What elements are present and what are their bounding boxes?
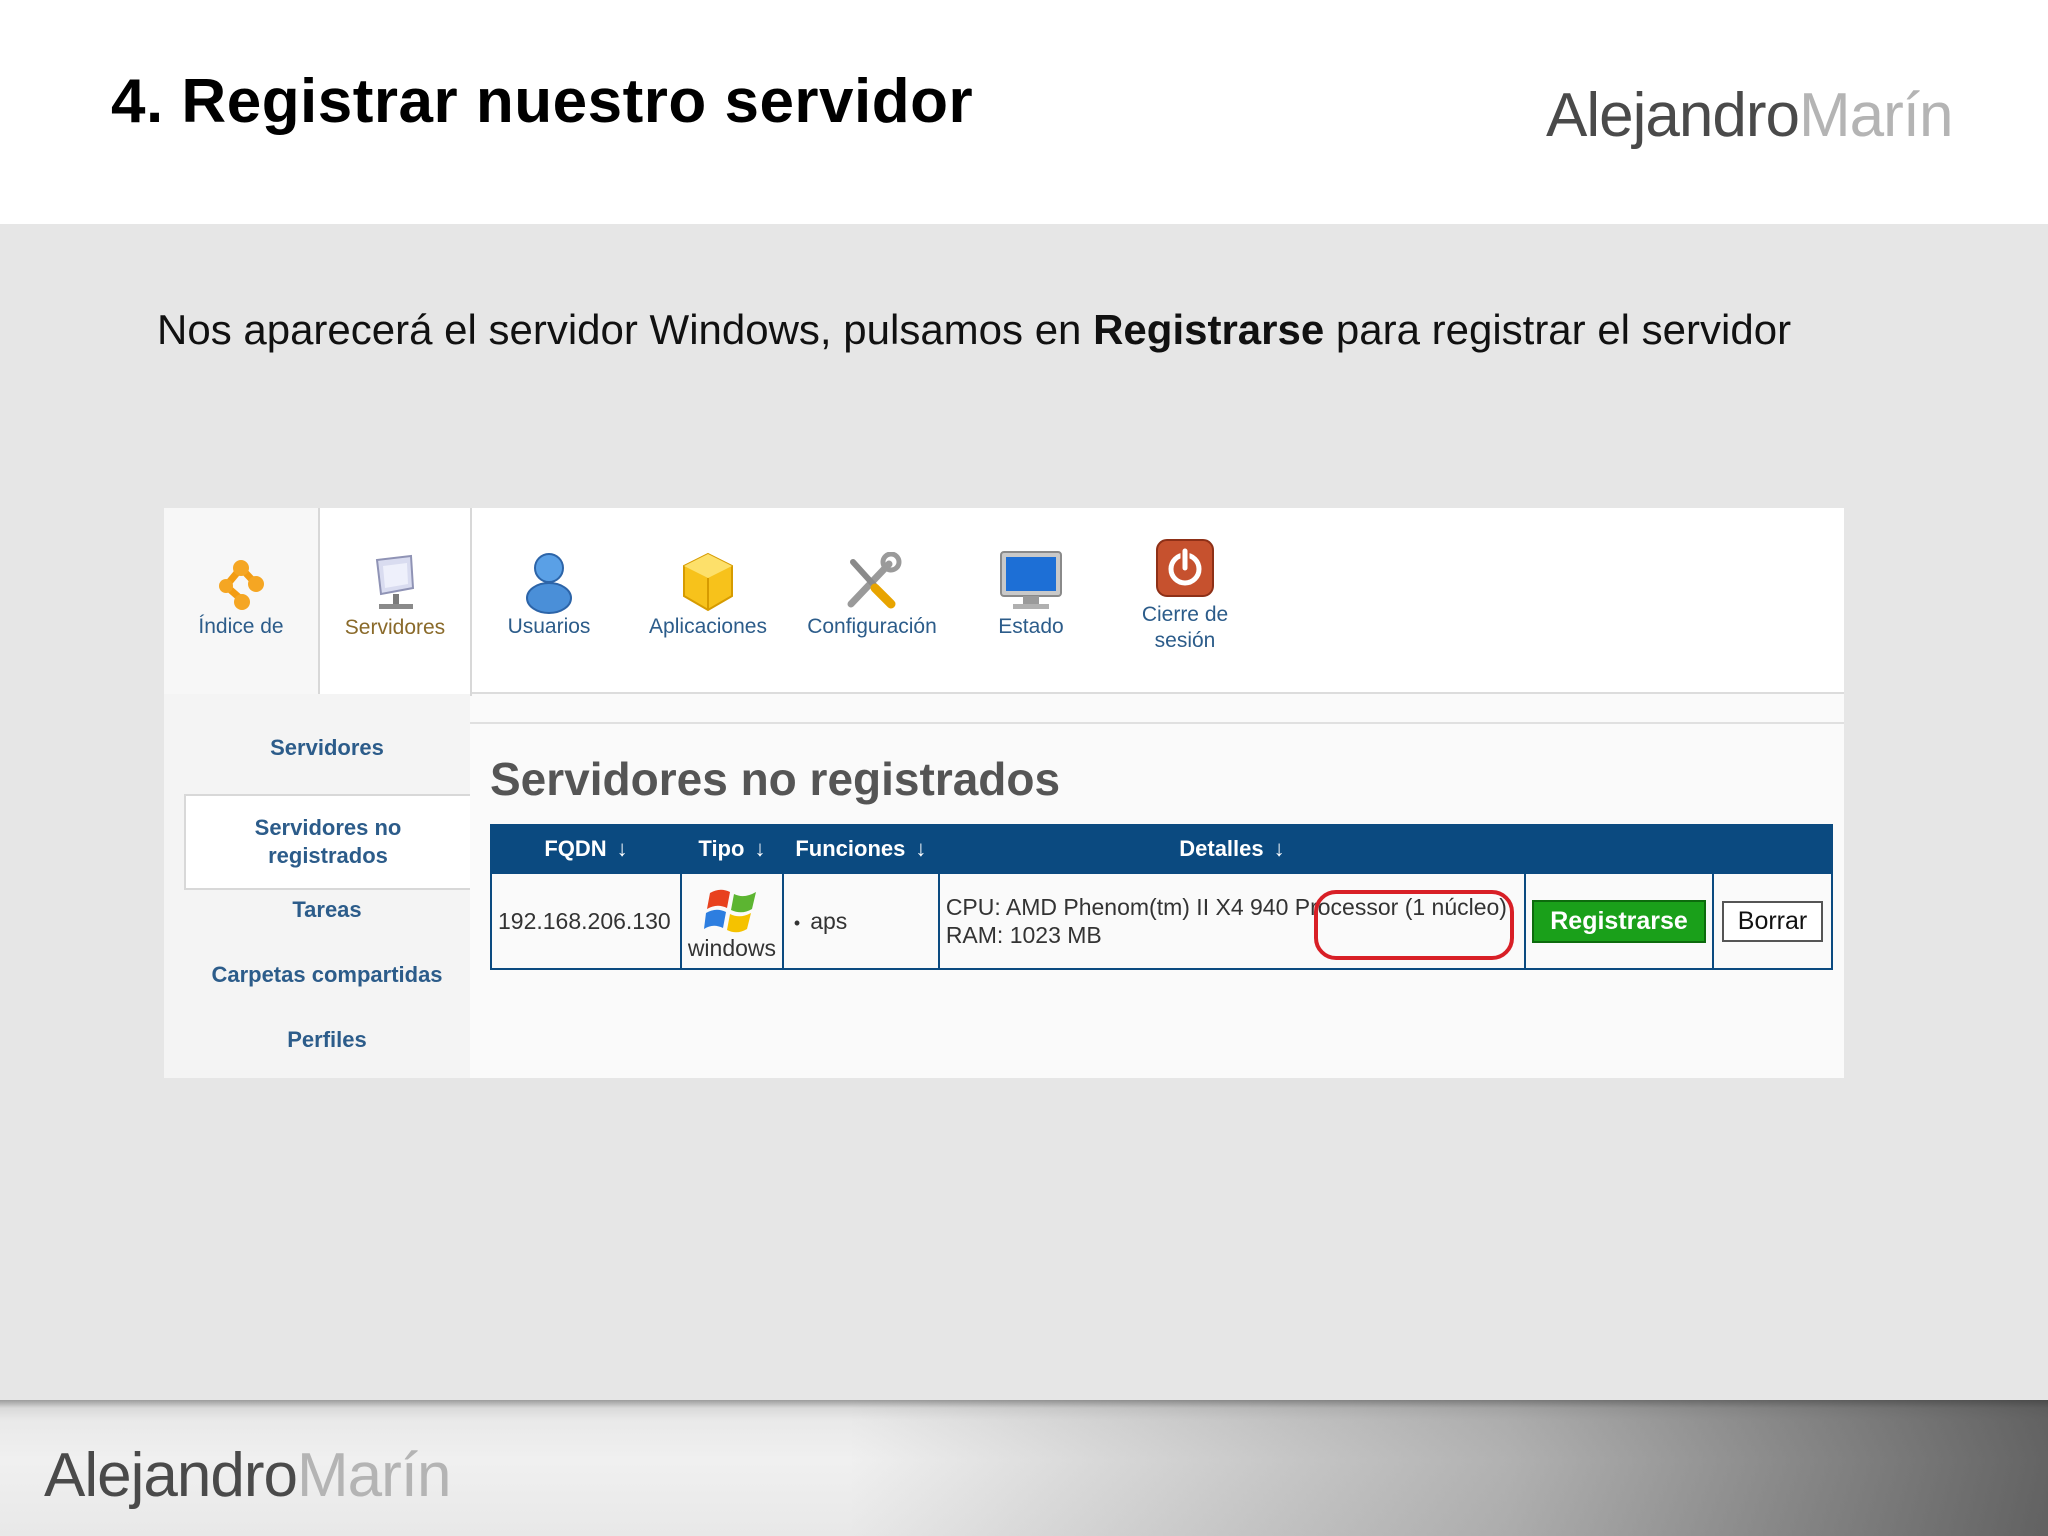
windows-logo-icon <box>703 889 756 932</box>
cell-funciones: • aps <box>781 872 940 970</box>
table-row: 192.168.206.130 windows • aps CPU: AMD P… <box>490 872 1833 970</box>
app-screenshot: Índice de Servidores Usuarios Aplicacion… <box>164 508 1844 1078</box>
cell-fqdn: 192.168.206.130 <box>490 872 682 970</box>
brand-part2: Marín <box>1798 81 1953 150</box>
sidebar: Servidores Servidores no registrados Tar… <box>164 694 470 1078</box>
slide-title: 4. Registrar nuestro servidor <box>111 67 974 136</box>
delete-button[interactable]: Borrar <box>1721 900 1824 942</box>
highlight-annotation <box>1314 890 1514 960</box>
nav-label: Estado <box>998 615 1064 638</box>
column-header-fqdn[interactable]: FQDN ↓ <box>490 824 682 874</box>
nav-item-configuracion[interactable]: Configuración <box>790 508 954 694</box>
header-label: Detalles <box>1179 836 1264 861</box>
brand-part2: Marín <box>296 1441 451 1510</box>
bullet-icon: • <box>793 912 801 933</box>
cell-register: Registrarse <box>1524 872 1715 970</box>
sidebar-item-tareas[interactable]: Tareas <box>184 896 470 924</box>
column-header-tipo[interactable]: Tipo ↓ <box>679 824 784 874</box>
register-button[interactable]: Registrarse <box>1532 899 1706 943</box>
cell-delete: Borrar <box>1712 872 1833 970</box>
table-header-row: FQDN ↓ Tipo ↓ Funciones ↓ Detalles ↓ <box>490 824 1833 874</box>
nav-item-logout[interactable]: Cierre de sesión <box>1108 508 1262 694</box>
sidebar-item-perfiles[interactable]: Perfiles <box>184 1026 470 1054</box>
cell-tipo: windows <box>679 872 784 970</box>
intro-text: Nos aparecerá el servidor Windows, pulsa… <box>157 302 1857 357</box>
brand-logo-bottom: AlejandroMarín <box>44 1440 451 1511</box>
tools-icon <box>847 552 902 609</box>
tipo-label: windows <box>687 934 777 961</box>
header-label: Tipo <box>698 836 745 861</box>
server-icon <box>375 554 415 609</box>
sidebar-item-servidores-no-registrados[interactable]: Servidores no registrados <box>184 794 470 890</box>
nav-label: Usuarios <box>507 615 591 638</box>
sort-arrow-icon: ↓ <box>1273 836 1285 861</box>
user-icon <box>526 553 572 614</box>
monitor-icon <box>1000 551 1062 609</box>
nav-item-usuarios[interactable]: Usuarios <box>472 508 626 694</box>
nav-item-home[interactable]: Índice de <box>164 508 318 694</box>
main-content: Servidores no registrados FQDN ↓ Tipo ↓ Fu… <box>470 722 1844 1078</box>
servers-table: FQDN ↓ Tipo ↓ Funciones ↓ Detalles ↓ 192.168… <box>490 824 1833 970</box>
nav-label: Aplicaciones <box>649 615 767 638</box>
sidebar-item-carpetas-compartidas[interactable]: Carpetas compartidas <box>184 961 470 989</box>
nav-label: Configuración <box>807 615 937 638</box>
column-header-register <box>1524 824 1715 874</box>
nav-label: Cierre de sesión <box>1141 603 1229 652</box>
top-nav: Índice de Servidores Usuarios Aplicacion… <box>164 508 1844 696</box>
nav-label: Servidores <box>344 616 446 639</box>
sort-arrow-icon: ↓ <box>754 836 766 861</box>
brand-part1: Alejandro <box>44 1441 298 1510</box>
page-title: Servidores no registrados <box>490 753 1061 805</box>
sort-arrow-icon: ↓ <box>616 836 628 861</box>
package-icon <box>683 552 733 612</box>
power-icon <box>1156 539 1214 597</box>
sort-arrow-icon: ↓ <box>915 836 927 861</box>
column-header-delete <box>1712 824 1833 874</box>
nav-item-estado[interactable]: Estado <box>954 508 1108 694</box>
header-label: FQDN <box>544 836 607 861</box>
intro-bold: Registrarse <box>1093 306 1325 353</box>
nav-item-aplicaciones[interactable]: Aplicaciones <box>626 508 790 694</box>
brand-part1: Alejandro <box>1546 81 1800 150</box>
column-header-detalles[interactable]: Detalles ↓ <box>937 824 1527 874</box>
brand-logo-top: AlejandroMarín <box>1546 80 1953 151</box>
column-header-funciones[interactable]: Funciones ↓ <box>781 824 940 874</box>
home-node-icon <box>219 560 264 610</box>
nav-item-servidores[interactable]: Servidores <box>318 508 472 696</box>
header-label: Funciones <box>795 836 906 861</box>
funciones-value: aps <box>810 907 848 934</box>
slide-header: 4. Registrar nuestro servidor AlejandroM… <box>0 0 2048 224</box>
intro-after: para registrar el servidor <box>1324 306 1792 353</box>
nav-label: Índice de <box>198 615 284 638</box>
intro-before: Nos aparecerá el servidor Windows, pulsa… <box>157 306 1094 353</box>
sidebar-item-servidores[interactable]: Servidores <box>184 734 470 762</box>
